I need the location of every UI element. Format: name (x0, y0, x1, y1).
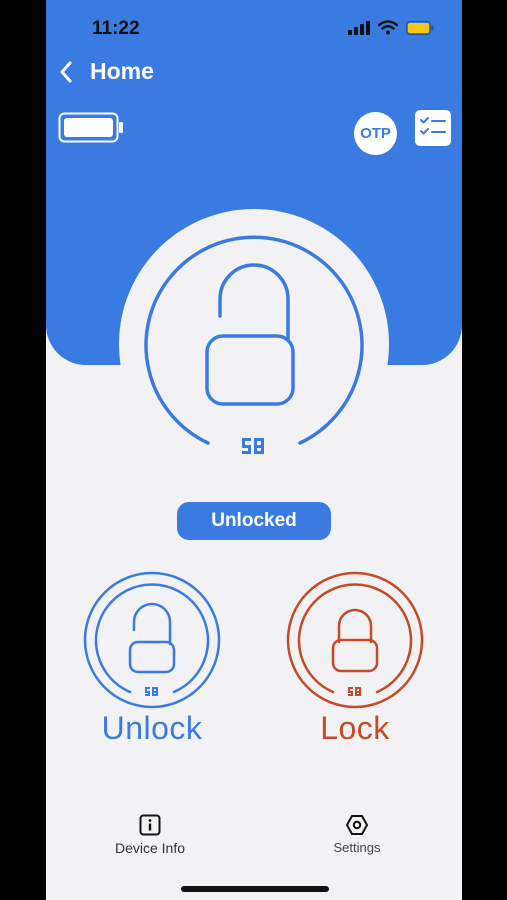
status-time: 11:22 (92, 18, 140, 39)
device-battery-icon (58, 112, 123, 143)
lock-label: Lock (320, 710, 390, 746)
info-icon (139, 814, 161, 836)
otp-label: OTP (360, 125, 391, 142)
nav-back-label: Home (90, 58, 154, 84)
unlock-button[interactable]: Unlock (77, 570, 227, 747)
tab-device-info[interactable]: Device Info (90, 814, 210, 856)
tab-settings-label: Settings (333, 840, 381, 855)
checklist-button[interactable] (415, 110, 451, 146)
status-battery-icon (406, 20, 434, 35)
lock-status-label: Unlocked (211, 510, 297, 531)
status-bar: 11:22 (46, 0, 462, 56)
lock-button[interactable]: Lock (280, 570, 430, 747)
app-screen: 11:22 Home OTP Unlocked Unlock Lock Devi… (46, 0, 462, 900)
tab-device-info-label: Device Info (114, 840, 186, 856)
main-lock-toggle[interactable] (142, 231, 366, 465)
brand-logo-icon (242, 438, 264, 454)
status-icons (348, 20, 434, 35)
tab-settings[interactable]: Settings (297, 814, 417, 855)
open-padlock-icon (205, 263, 295, 406)
home-indicator[interactable] (181, 886, 329, 892)
unlock-padlock-icon (83, 571, 221, 709)
chevron-left-icon (60, 61, 72, 82)
tab-bar: Device Info Settings (46, 798, 462, 900)
checklist-icon (420, 117, 446, 135)
cellular-signal-icon (348, 20, 370, 35)
lock-padlock-icon (286, 571, 424, 709)
hero-ring (144, 235, 364, 445)
settings-hexagon-icon (346, 815, 368, 835)
wifi-icon (378, 20, 398, 35)
lock-status-badge: Unlocked (177, 502, 331, 540)
nav-back-button[interactable]: Home (58, 58, 154, 85)
unlock-label: Unlock (101, 710, 203, 746)
otp-button[interactable]: OTP (354, 112, 397, 155)
